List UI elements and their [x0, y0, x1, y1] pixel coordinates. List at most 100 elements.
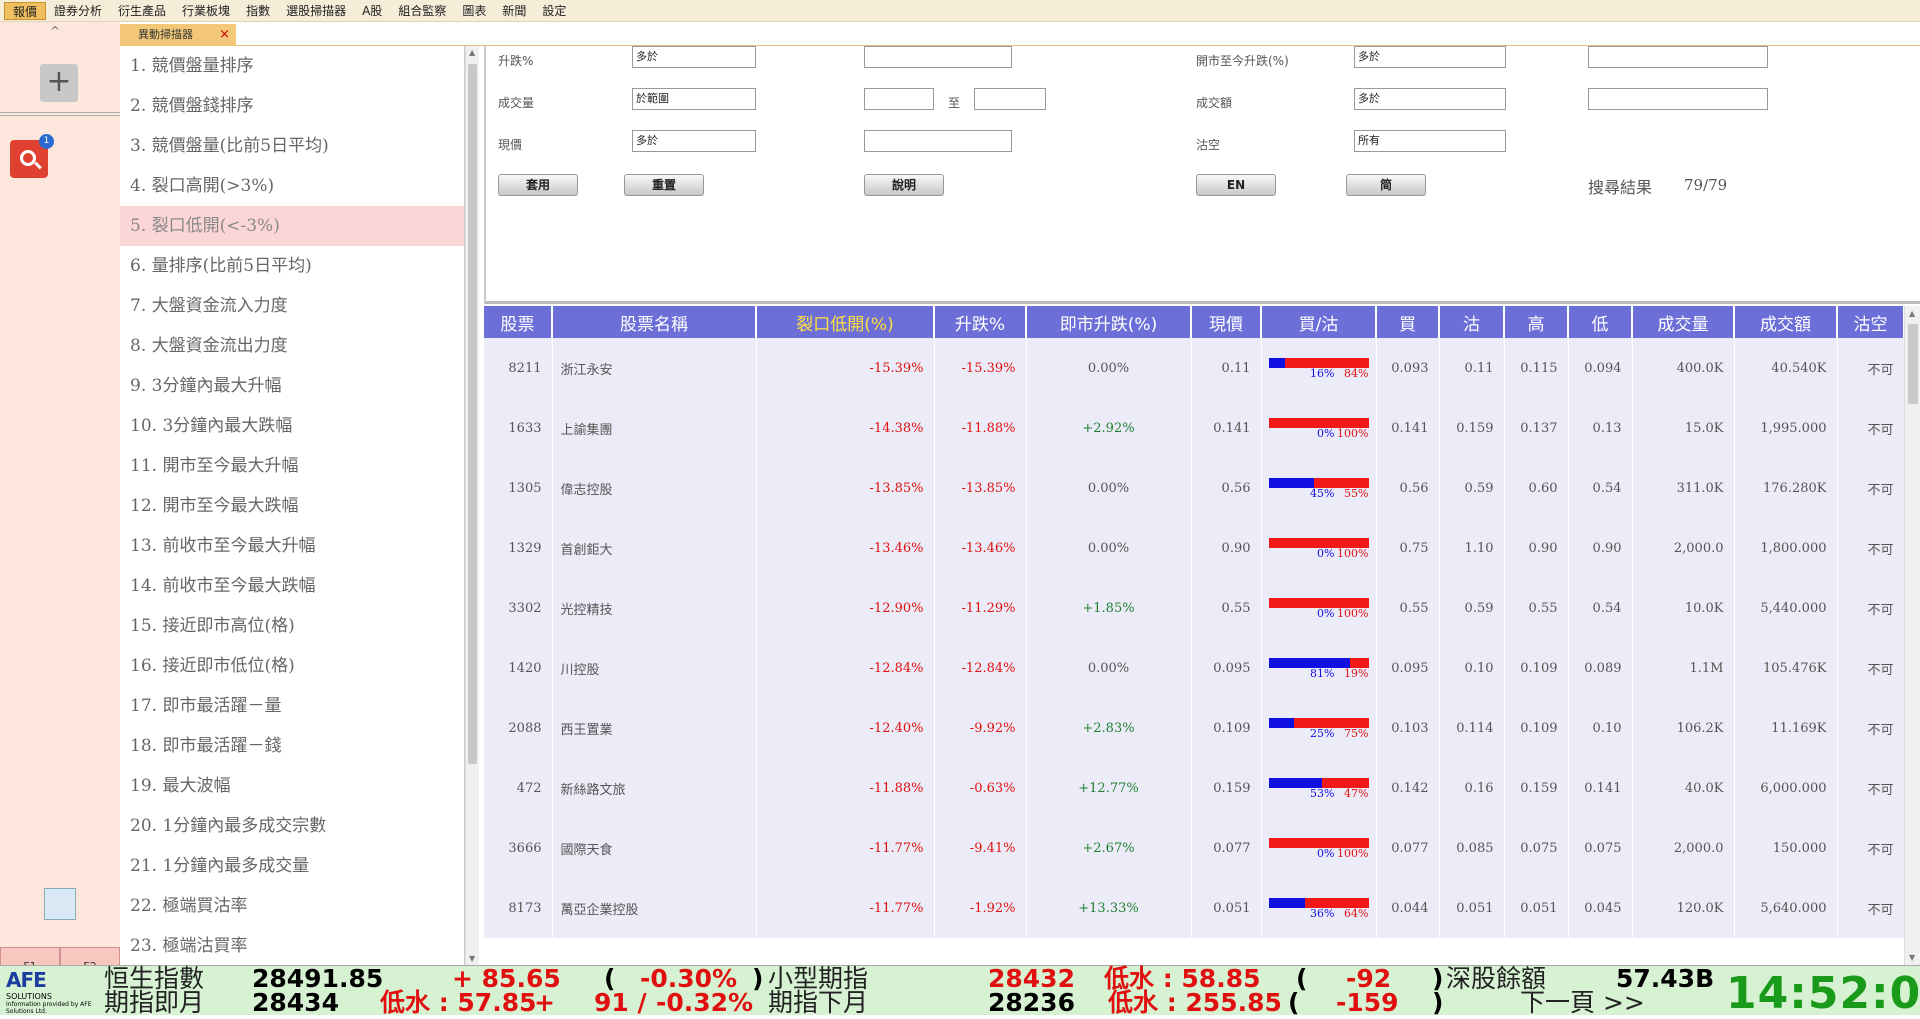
menu-portfolio[interactable]: 組合監察 [390, 2, 454, 20]
sell-percent: 100% [1337, 547, 1369, 560]
help-button[interactable]: 說明 [864, 174, 944, 196]
table-row[interactable]: 2088 西王置業 -12.40% -9.92% +2.83% 0.109 25% 75% 0.… [484, 698, 1904, 758]
scanner-item[interactable]: 20. 1分鐘內最多成交宗數 [120, 806, 464, 846]
cell-bid: 0.044 [1376, 878, 1440, 938]
volume-operator-select[interactable]: 於範圍 [632, 88, 756, 110]
scanner-item[interactable]: 7. 大盤資金流入力度 [120, 286, 464, 326]
col-intraday[interactable]: 即市升跌(%) [1026, 306, 1192, 338]
col-ask[interactable]: 沽 [1439, 306, 1505, 338]
col-bid[interactable]: 買 [1376, 306, 1440, 338]
cell-change: -13.46% [934, 518, 1027, 578]
scanner-item[interactable]: 17. 即市最活躍－量 [120, 686, 464, 726]
table-row[interactable]: 3666 國際天食 -11.77% -9.41% +2.67% 0.077 0% 100% 0.… [484, 818, 1904, 878]
scanner-item[interactable]: 6. 量排序(比前5日平均) [120, 246, 464, 286]
scanner-item[interactable]: 4. 裂口高開(>3%) [120, 166, 464, 206]
menu-a-shares[interactable]: A股 [354, 2, 390, 20]
table-row[interactable]: 8173 萬亞企業控股 -11.77% -1.92% +13.33% 0.051 36% 64… [484, 878, 1904, 938]
menu-analysis[interactable]: 證券分析 [46, 2, 110, 20]
menu-sectors[interactable]: 行業板塊 [174, 2, 238, 20]
collapse-up-icon[interactable]: ^ [50, 24, 60, 38]
table-row[interactable]: 472 新絲路文旅 -11.88% -0.63% +12.77% 0.159 53% 47% 0… [484, 758, 1904, 818]
cell-low: 0.10 [1568, 698, 1633, 758]
scanner-item[interactable]: 12. 開市至今最大跌幅 [120, 486, 464, 526]
scanner-item[interactable]: 16. 接近即市低位(格) [120, 646, 464, 686]
next-page-link[interactable]: 下一頁 >> [1520, 990, 1645, 1015]
col-change[interactable]: 升跌% [934, 306, 1027, 338]
scroll-up-icon[interactable]: ▲ [469, 48, 475, 57]
table-row[interactable]: 1633 上諭集團 -14.38% -11.88% +2.92% 0.141 0% 100% 0… [484, 398, 1904, 458]
price-operator-select[interactable]: 多於 [632, 130, 756, 152]
scanner-item[interactable]: 2. 競價盤錢排序 [120, 86, 464, 126]
scanner-item[interactable]: 18. 即市最活躍－錢 [120, 726, 464, 766]
open-change-value-input[interactable] [1588, 46, 1768, 68]
table-row[interactable]: 1305 偉志控股 -13.85% -13.85% 0.00% 0.56 45% 55% 0.5… [484, 458, 1904, 518]
scanner-item[interactable]: 22. 極端買沽率 [120, 886, 464, 926]
col-short[interactable]: 沽空 [1837, 306, 1904, 338]
scanner-item[interactable]: 10. 3分鐘內最大跌幅 [120, 406, 464, 446]
price-value-input[interactable] [864, 130, 1012, 152]
scanner-item[interactable]: 23. 極端沽買率 [120, 926, 464, 965]
table-row[interactable]: 1329 首創鉅大 -13.46% -13.46% 0.00% 0.90 0% 100% 0.7… [484, 518, 1904, 578]
simplified-chinese-button[interactable]: 简 [1346, 174, 1426, 196]
scanner-item[interactable]: 21. 1分鐘內最多成交量 [120, 846, 464, 886]
cell-buy-sell: 16% 84% [1261, 338, 1377, 398]
menu-derivatives[interactable]: 衍生產品 [110, 2, 174, 20]
cell-turnover: 6,000.000 [1734, 758, 1838, 818]
menu-settings[interactable]: 設定 [534, 2, 574, 20]
scroll-thumb[interactable] [1908, 324, 1918, 404]
sidebar-splitter[interactable] [0, 112, 120, 116]
menu-quote[interactable]: 報價 [4, 1, 47, 20]
col-buy-sell[interactable]: 買/沽 [1261, 306, 1377, 338]
buy-percent: 36% [1310, 907, 1335, 920]
scanner-item[interactable]: 3. 競價盤量(比前5日平均) [120, 126, 464, 166]
reset-button[interactable]: 重置 [624, 174, 704, 196]
scanner-app-icon[interactable]: 1 [10, 134, 54, 178]
col-name[interactable]: 股票名稱 [552, 306, 757, 338]
table-scrollbar[interactable]: ▲ ▼ [1904, 306, 1920, 965]
scroll-up-icon[interactable]: ▲ [1909, 309, 1915, 318]
col-volume[interactable]: 成交量 [1632, 306, 1735, 338]
col-price[interactable]: 現價 [1191, 306, 1262, 338]
apply-button[interactable]: 套用 [498, 174, 578, 196]
change-operator-select[interactable]: 多於 [632, 46, 756, 68]
turnover-operator-select[interactable]: 多於 [1354, 88, 1506, 110]
add-button[interactable]: + [40, 64, 78, 102]
short-select[interactable]: 所有 [1354, 130, 1506, 152]
scanner-item[interactable]: 13. 前收市至今最大升幅 [120, 526, 464, 566]
menu-index[interactable]: 指數 [238, 2, 278, 20]
scroll-down-icon[interactable]: ▼ [469, 954, 475, 963]
table-row[interactable]: 3302 光控精技 -12.90% -11.29% +1.85% 0.55 0% 100% 0.… [484, 578, 1904, 638]
open-change-operator-select[interactable]: 多於 [1354, 46, 1506, 68]
turnover-value-input[interactable] [1588, 88, 1768, 110]
scanner-item[interactable]: 14. 前收市至今最大跌幅 [120, 566, 464, 606]
close-icon[interactable]: × [219, 24, 230, 46]
english-button[interactable]: EN [1196, 174, 1276, 196]
scanner-item[interactable]: 5. 裂口低開(<-3%) [120, 206, 464, 246]
table-row[interactable]: 1420 川控股 -12.84% -12.84% 0.00% 0.095 81% 19% 0.0… [484, 638, 1904, 698]
tab-scanner[interactable]: 異動掃描器 × [120, 24, 236, 46]
scanner-list-scrollbar[interactable]: ▲ ▼ [465, 46, 479, 965]
volume-from-input[interactable] [864, 88, 934, 110]
col-code[interactable]: 股票 [484, 306, 553, 338]
col-high[interactable]: 高 [1504, 306, 1569, 338]
col-low[interactable]: 低 [1568, 306, 1633, 338]
cell-price: 0.051 [1191, 878, 1262, 938]
scroll-thumb[interactable] [468, 64, 477, 764]
menu-news[interactable]: 新聞 [494, 2, 534, 20]
scanner-item[interactable]: 11. 開市至今最大升幅 [120, 446, 464, 486]
scanner-item[interactable]: 15. 接近即市高位(格) [120, 606, 464, 646]
scroll-down-icon[interactable]: ▼ [1909, 953, 1915, 962]
document-icon[interactable] [44, 888, 76, 920]
scanner-item[interactable]: 1. 競價盤量排序 [120, 46, 464, 86]
menu-chart[interactable]: 圖表 [454, 2, 494, 20]
volume-to-input[interactable] [974, 88, 1046, 110]
col-turnover[interactable]: 成交額 [1734, 306, 1838, 338]
col-gap-down[interactable]: 裂口低開(%) [756, 306, 935, 338]
scanner-item[interactable]: 8. 大盤資金流出力度 [120, 326, 464, 366]
cell-intraday: +12.77% [1026, 758, 1192, 818]
change-value-input[interactable] [864, 46, 1012, 68]
scanner-item[interactable]: 9. 3分鐘內最大升幅 [120, 366, 464, 406]
scanner-item[interactable]: 19. 最大波幅 [120, 766, 464, 806]
menu-scanner[interactable]: 選股掃描器 [278, 2, 354, 20]
table-row[interactable]: 8211 浙江永安 -15.39% -15.39% 0.00% 0.11 16% 84% 0.0… [484, 338, 1904, 398]
